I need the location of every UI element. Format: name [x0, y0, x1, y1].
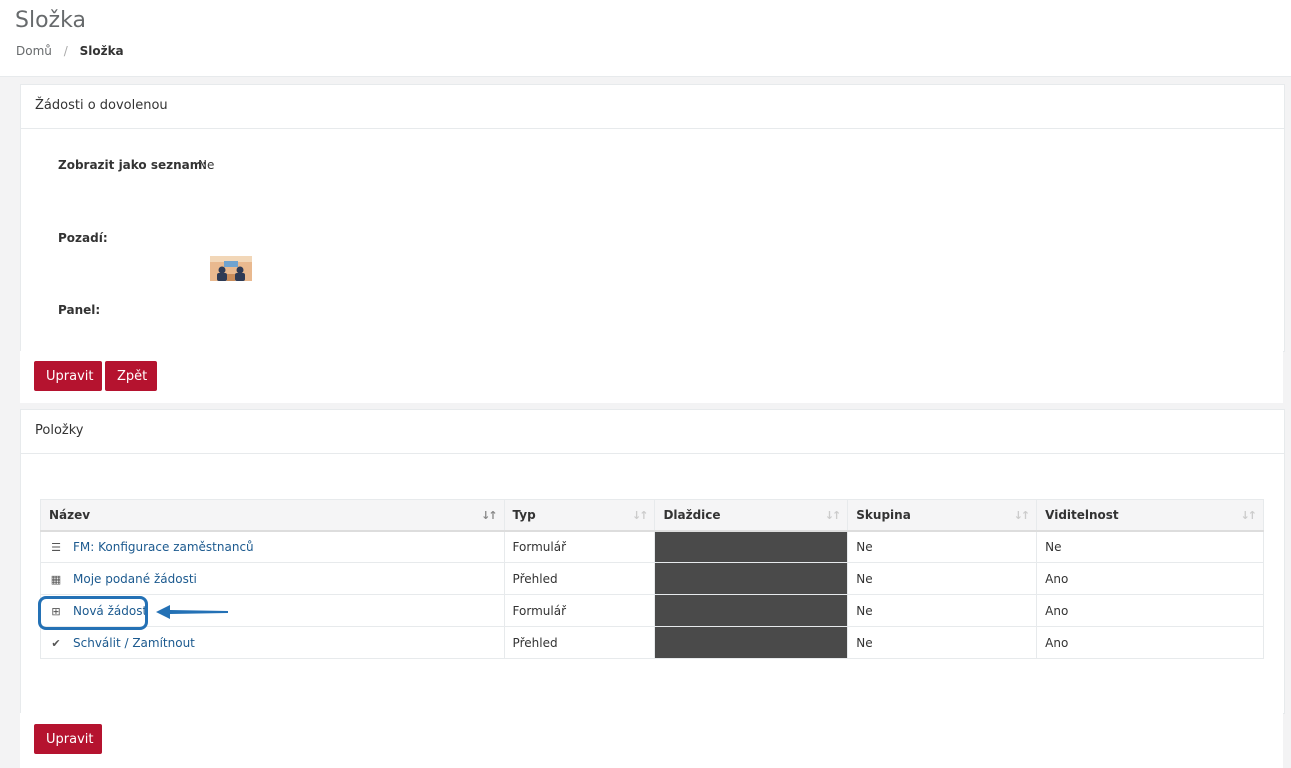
table-row: ✔ Schválit / Zamítnout Přehled Ne Ano: [40, 626, 1264, 659]
column-header-name[interactable]: Název ↓↑: [40, 499, 505, 532]
list-mode-value: Ne: [198, 158, 215, 172]
items-table: Název ↓↑ Typ ↓↑ Dlaždice ↓↑ Skupina ↓↑ Vidit…: [40, 499, 1264, 659]
column-header-tile[interactable]: Dlaždice ↓↑: [654, 499, 849, 532]
group-cell: Ne: [847, 594, 1038, 627]
visibility-cell: Ano: [1036, 562, 1264, 595]
items-actions: Upravit: [20, 713, 1283, 768]
visibility-cell: Ano: [1036, 626, 1264, 659]
sort-icon[interactable]: ↓↑: [825, 509, 842, 522]
name-cell: ▦ Moje podané žádosti: [40, 562, 505, 595]
type-cell: Formulář: [503, 530, 656, 563]
table-icon: ▦: [50, 572, 62, 586]
table-row: ▦ Moje podané žádosti Přehled Ne Ano: [40, 562, 1264, 595]
details-actions: Upravit Zpět: [20, 351, 1283, 403]
visibility-cell: Ano: [1036, 594, 1264, 627]
list-mode-label: Zobrazit jako seznam:: [58, 158, 208, 172]
group-cell: Ne: [847, 530, 1038, 563]
item-link[interactable]: Schválit / Zamítnout: [73, 636, 195, 650]
type-cell: Přehled: [503, 626, 656, 659]
tile-cell: [654, 562, 849, 595]
sort-icon[interactable]: ↓↑: [1014, 509, 1031, 522]
items-heading: Položky: [21, 410, 1284, 454]
page-header: Složka Domů / Složka: [0, 0, 1291, 77]
highlight-annotation: [38, 596, 148, 630]
back-button[interactable]: Zpět: [105, 361, 157, 391]
list-icon: ☰: [51, 540, 61, 554]
breadcrumb-home[interactable]: Domů: [16, 44, 52, 58]
item-link[interactable]: FM: Konfigurace zaměstnanců: [73, 540, 254, 554]
tile-cell: [654, 626, 849, 659]
sort-asc-icon[interactable]: ↓↑: [481, 509, 498, 522]
background-label: Pozadí:: [58, 231, 108, 245]
check-circle-icon: ✔: [51, 636, 61, 650]
column-header-group[interactable]: Skupina ↓↑: [847, 499, 1038, 532]
background-thumbnail[interactable]: [210, 256, 252, 281]
column-header-visibility[interactable]: Viditelnost ↓↑: [1036, 499, 1264, 532]
type-cell: Přehled: [503, 562, 656, 595]
table-header-row: Název ↓↑ Typ ↓↑ Dlaždice ↓↑ Skupina ↓↑ Vidit…: [40, 499, 1264, 532]
table-row: ☰ FM: Konfigurace zaměstnanců Formulář Ne…: [40, 530, 1264, 563]
page-title: Složka: [15, 8, 86, 33]
edit-button[interactable]: Upravit: [34, 361, 102, 391]
breadcrumb-separator: /: [63, 44, 68, 58]
breadcrumb: Domů / Složka: [16, 44, 124, 58]
item-link[interactable]: Moje podané žádosti: [73, 572, 197, 586]
visibility-cell: Ne: [1036, 530, 1264, 563]
details-panel: Žádosti o dovolenou Zobrazit jako seznam…: [20, 84, 1285, 352]
tile-cell: [654, 594, 849, 627]
name-cell: ✔ Schválit / Zamítnout: [40, 626, 505, 659]
tile-cell: [654, 530, 849, 563]
items-panel: Položky Název ↓↑ Typ ↓↑ Dlaždice ↓↑ Skupina…: [20, 409, 1285, 714]
sort-icon[interactable]: ↓↑: [1241, 509, 1258, 522]
group-cell: Ne: [847, 562, 1038, 595]
arrow-annotation-icon: [156, 605, 228, 619]
panel-label: Panel:: [58, 303, 101, 317]
group-cell: Ne: [847, 626, 1038, 659]
type-cell: Formulář: [503, 594, 656, 627]
name-cell: ☰ FM: Konfigurace zaměstnanců: [40, 530, 505, 563]
breadcrumb-current: Složka: [79, 44, 124, 58]
items-edit-button[interactable]: Upravit: [34, 724, 102, 754]
details-heading: Žádosti o dovolenou: [21, 85, 1284, 129]
sort-icon[interactable]: ↓↑: [632, 509, 649, 522]
column-header-type[interactable]: Typ ↓↑: [503, 499, 656, 532]
